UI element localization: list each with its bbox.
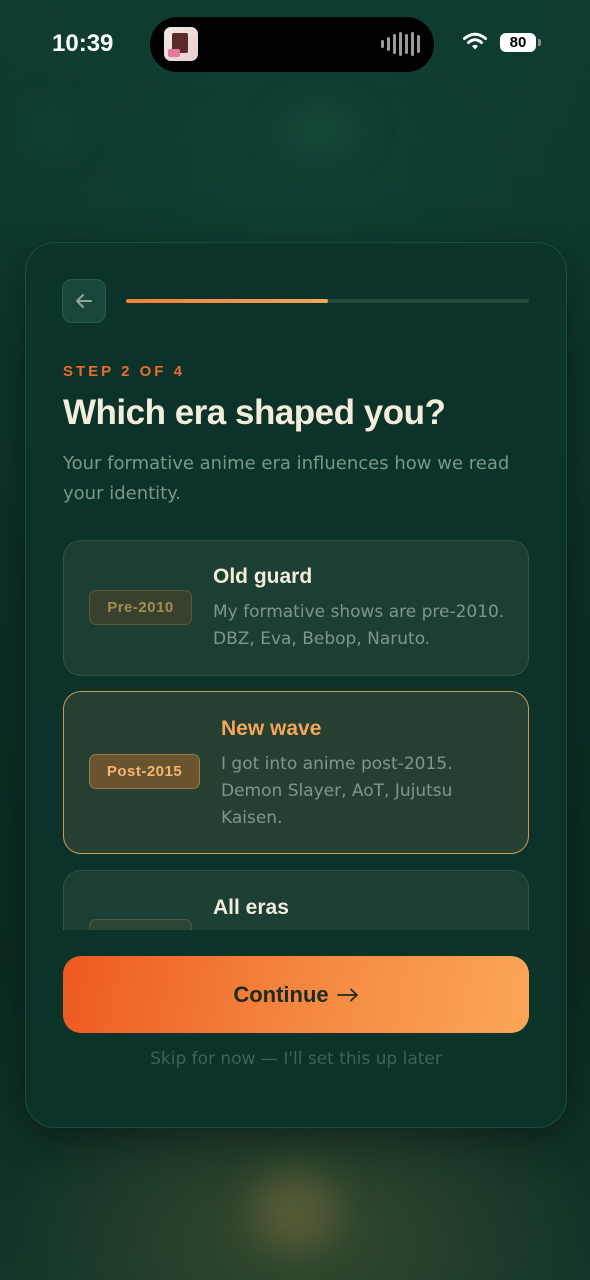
background-glow	[30, 110, 70, 150]
now-playing-artwork	[164, 27, 198, 61]
era-options-list: Pre-2010 Old guard My formative shows ar…	[63, 540, 529, 930]
wifi-icon	[463, 32, 487, 50]
era-option-new-wave[interactable]: Post-2015 New wave I got into anime post…	[63, 691, 529, 854]
skip-link[interactable]: Skip for now — I'll set this up later	[63, 1049, 529, 1069]
step-indicator: STEP 2 OF 4	[63, 363, 185, 380]
page-title: Which era shaped you?	[63, 393, 446, 432]
back-button[interactable]	[62, 279, 106, 323]
option-description: My formative shows are pre-2010. DBZ, Ev…	[213, 602, 505, 649]
arrow-left-icon	[76, 294, 92, 308]
era-badge: Post-2015	[89, 754, 200, 789]
background-glow	[280, 110, 360, 150]
option-description: I got into anime post-2015. Demon Slayer…	[221, 754, 453, 828]
progress-fill	[126, 299, 328, 303]
era-option-all-eras[interactable]: All eras	[63, 870, 529, 930]
era-badge: Pre-2010	[89, 590, 192, 625]
page-subtitle: Your formative anime era influences how …	[63, 453, 510, 504]
battery-icon: 80	[500, 32, 541, 52]
option-title: Old guard	[213, 565, 313, 588]
option-title: All eras	[213, 896, 289, 919]
era-badge	[89, 919, 192, 930]
continue-button[interactable]: Continue	[63, 956, 529, 1033]
battery-level: 80	[509, 33, 527, 51]
progress-bar	[126, 299, 529, 303]
arrow-right-icon	[336, 988, 358, 1001]
continue-label: Continue	[233, 981, 329, 1007]
dynamic-island[interactable]	[150, 17, 434, 72]
era-option-old-guard[interactable]: Pre-2010 Old guard My formative shows ar…	[63, 540, 529, 676]
option-title: New wave	[221, 717, 322, 740]
background-glow	[250, 1170, 340, 1250]
status-indicators: 80	[462, 32, 541, 52]
onboarding-card: STEP 2 OF 4 Which era shaped you? Your f…	[25, 242, 567, 1128]
audio-waveform-icon	[381, 32, 420, 56]
status-time: 10:39	[52, 30, 114, 57]
